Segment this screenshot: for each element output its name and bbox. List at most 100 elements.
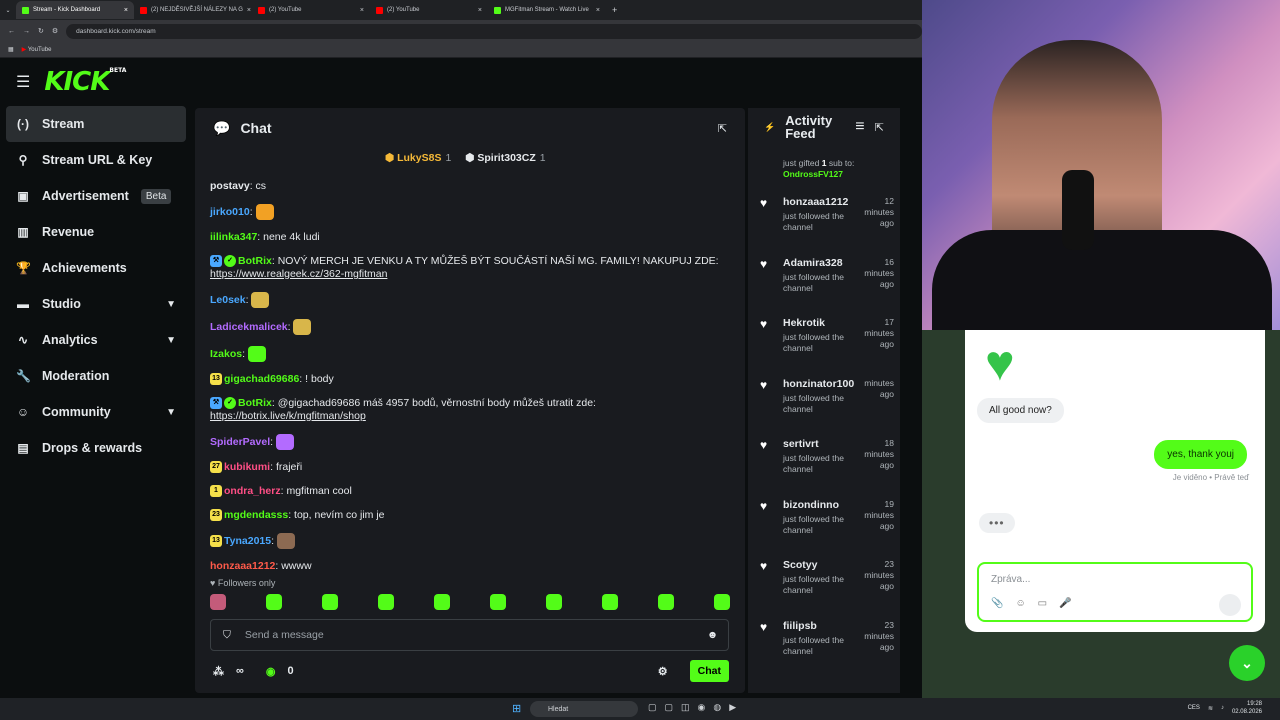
- community-icon: ☺: [16, 405, 30, 419]
- taskbar-apps[interactable]: ▢▢◫◉◍▶: [648, 702, 744, 713]
- chat-link[interactable]: https://www.realgeek.cz/362-mgfitman: [210, 268, 387, 280]
- chat-username[interactable]: kubikumi: [224, 461, 270, 473]
- quick-emote[interactable]: [266, 594, 282, 610]
- heart-icon: ♥: [760, 196, 768, 210]
- settings-gear-icon[interactable]: ⚙: [658, 665, 668, 678]
- chat-username[interactable]: iilinka347: [210, 231, 257, 243]
- tab-close-icon[interactable]: ×: [478, 7, 482, 14]
- forward-icon[interactable]: →: [23, 28, 30, 35]
- tab-close-icon[interactable]: ×: [596, 7, 600, 14]
- sidebar-item-stream[interactable]: (·) Stream: [6, 106, 186, 142]
- chat-username[interactable]: jirko010: [210, 206, 250, 218]
- kick-logo[interactable]: KICKBETA: [44, 67, 126, 97]
- chat-username[interactable]: mgdendasss: [224, 509, 288, 521]
- chevron-down-icon[interactable]: ▼: [166, 299, 176, 310]
- hamburger-menu-icon[interactable]: ☰: [16, 72, 30, 92]
- sidebar-item-community[interactable]: ☺ Community ▼: [6, 394, 186, 430]
- quick-emote[interactable]: [602, 594, 618, 610]
- url-field[interactable]: dashboard.kick.com/stream: [66, 23, 922, 39]
- volume-icon[interactable]: ♪: [1221, 705, 1224, 711]
- taskbar-search[interactable]: Hledat: [530, 701, 638, 717]
- microphone-icon[interactable]: 🎤: [1059, 598, 1071, 609]
- chat-emote: [276, 533, 295, 549]
- site-info-icon[interactable]: ⚙: [52, 27, 58, 35]
- activity-description: just followed the channel: [783, 513, 844, 535]
- gif-icon[interactable]: ▭: [1038, 598, 1047, 609]
- browser-tab[interactable]: (2) YouTube ×: [370, 1, 488, 19]
- gift-badge-icon: ⬢: [385, 152, 398, 164]
- browser-tab[interactable]: Stream - Kick Dashboard ×: [16, 1, 134, 19]
- chat-username[interactable]: ondra_herz: [224, 485, 281, 497]
- chevron-down-icon[interactable]: ▼: [166, 407, 176, 418]
- wifi-icon[interactable]: ≋: [1208, 705, 1213, 712]
- sidebar-item-analytics[interactable]: ∿ Analytics ▼: [6, 322, 186, 358]
- sidebar-item-revenue[interactable]: ▥ Revenue: [6, 214, 186, 250]
- chat-username[interactable]: Tyna2015: [224, 535, 271, 547]
- tab-title: (2) YouTube: [269, 7, 302, 13]
- apps-icon[interactable]: ▦: [8, 46, 14, 53]
- sidebar-item-drops-rewards[interactable]: ▤ Drops & rewards: [6, 430, 186, 466]
- quick-emote-row: [210, 594, 730, 610]
- chat-username[interactable]: Le0sek: [210, 294, 246, 306]
- browser-tab[interactable]: (2) NEJDĚSIVĚJŠÍ NÁLEZY NA G ×: [134, 1, 252, 19]
- chat-username[interactable]: gigachad69686: [224, 373, 299, 385]
- chat-send-button[interactable]: Chat: [689, 660, 729, 682]
- quick-emote[interactable]: [434, 594, 450, 610]
- sidebar-item-moderation[interactable]: 🔧 Moderation: [6, 358, 186, 394]
- tray-language[interactable]: CES: [1188, 705, 1200, 711]
- chat-username[interactable]: BotRix: [238, 255, 272, 267]
- send-message-input[interactable]: ⛉ Send a message ☻: [210, 619, 729, 651]
- chat-username[interactable]: honzaaa1212: [210, 560, 275, 572]
- new-tab-button[interactable]: +: [606, 5, 623, 15]
- chat-username[interactable]: Izakos: [210, 348, 242, 360]
- quick-emote[interactable]: [546, 594, 562, 610]
- quick-emote[interactable]: [658, 594, 674, 610]
- sidebar-item-studio[interactable]: ▬ Studio ▼: [6, 286, 186, 322]
- sidebar-item-stream-url-key[interactable]: ⚲ Stream URL & Key: [6, 142, 186, 178]
- tab-close-icon[interactable]: ×: [360, 7, 364, 14]
- chat-link[interactable]: https://botrix.live/k/mgfitman/shop: [210, 410, 366, 422]
- tab-menu-icon[interactable]: ⌄: [0, 7, 16, 14]
- activity-description: just followed the channel: [783, 453, 844, 474]
- widget-send-button[interactable]: [1219, 594, 1241, 616]
- popout-icon[interactable]: ⇱: [718, 122, 727, 135]
- browser-tab[interactable]: MGFitman Stream - Watch Live ×: [488, 1, 606, 19]
- activity-popout-icon[interactable]: ⇱: [875, 121, 884, 134]
- gifter-entry[interactable]: ⬢ Spirit303CZ 1: [465, 152, 545, 164]
- chat-username[interactable]: BotRix: [238, 397, 272, 409]
- emoji-icon[interactable]: ☻: [707, 629, 718, 641]
- tab-close-icon[interactable]: ×: [247, 7, 251, 14]
- windows-taskbar: ⊞ Hledat ▢▢◫◉◍▶ CES ≋ ♪ 19:28 02.08.2026: [0, 698, 1280, 720]
- chat-footer: ⁂ ∞ ◉ 0 ⚙ Chat: [213, 660, 729, 682]
- browser-tab[interactable]: (2) YouTube ×: [252, 1, 370, 19]
- emoji-icon[interactable]: ☺: [1015, 598, 1025, 609]
- widget-message-input[interactable]: Zpráva... 📎 ☺ ▭ 🎤: [977, 562, 1253, 622]
- start-icon[interactable]: ⊞: [512, 702, 521, 715]
- back-icon[interactable]: ←: [8, 28, 15, 35]
- quick-emote[interactable]: [378, 594, 394, 610]
- chat-username[interactable]: postavy: [210, 180, 250, 192]
- quick-emote[interactable]: [714, 594, 730, 610]
- chevron-down-icon[interactable]: ▼: [166, 335, 176, 346]
- activity-follow-item: ♥ Adamira328 16 minutes ago just followed t…: [758, 257, 894, 294]
- filter-icon[interactable]: ≡: [855, 118, 864, 136]
- sidebar-item-label: Analytics: [42, 333, 98, 347]
- chat-username[interactable]: SpiderPavel: [210, 436, 270, 448]
- clock[interactable]: 19:28 02.08.2026: [1232, 700, 1262, 716]
- collapse-widget-button[interactable]: ⌄: [1229, 645, 1265, 681]
- attach-icon[interactable]: 📎: [991, 598, 1003, 609]
- sidebar-item-advertisement[interactable]: ▣ Advertisement Beta: [6, 178, 186, 214]
- quick-emote[interactable]: [490, 594, 506, 610]
- chat-text: wwww: [281, 560, 312, 572]
- sidebar-nav: (·) Stream ⚲ Stream URL & Key ▣ Advertisement…: [6, 106, 186, 696]
- quick-emote[interactable]: [210, 594, 226, 610]
- tab-close-icon[interactable]: ×: [124, 7, 128, 14]
- sidebar-item-achievements[interactable]: 🏆 Achievements: [6, 250, 186, 286]
- gifter-entry[interactable]: ⬢ LukyS8S 1: [385, 152, 451, 164]
- chat-username[interactable]: Ladicekmalicek: [210, 321, 288, 333]
- quick-emote[interactable]: [322, 594, 338, 610]
- sidebar-item-label: Studio: [42, 297, 81, 311]
- bookmark-youtube[interactable]: ▶ YouTube: [22, 46, 52, 53]
- chat-text: mgfitman cool: [286, 485, 352, 497]
- reload-icon[interactable]: ↻: [38, 27, 44, 35]
